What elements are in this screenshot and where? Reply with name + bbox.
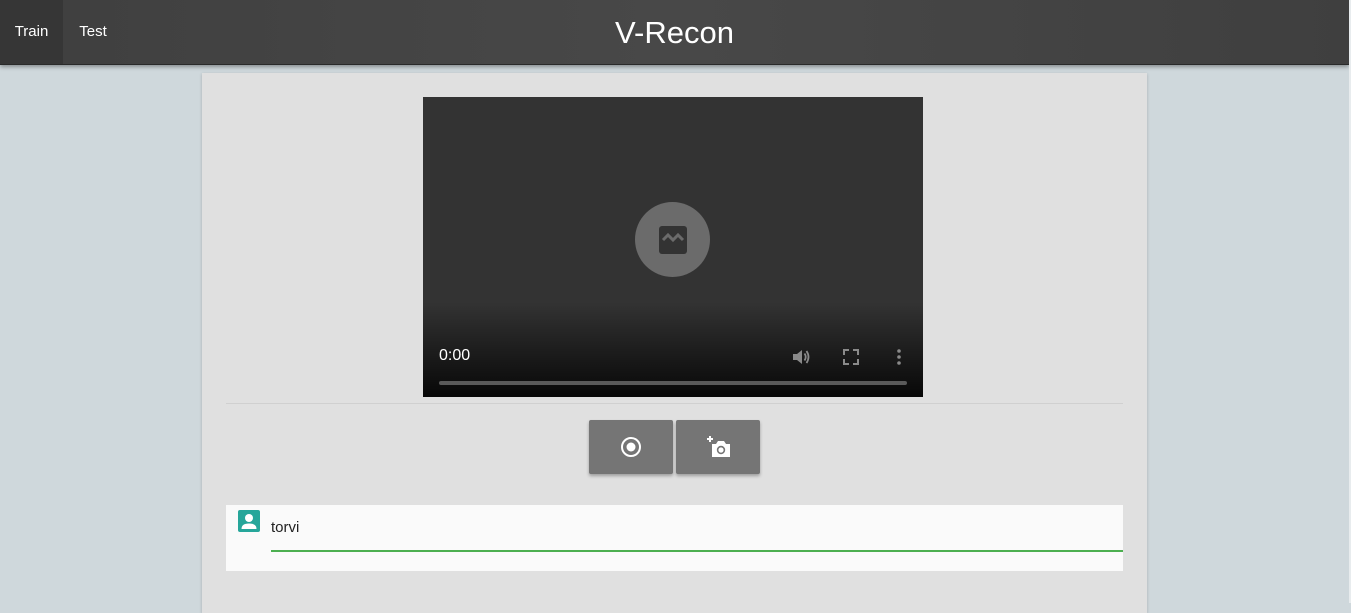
fullscreen-icon[interactable] xyxy=(841,347,861,367)
section-divider xyxy=(226,403,1123,404)
broken-image-icon xyxy=(635,202,710,277)
app-title: V-Recon xyxy=(615,15,734,50)
app-toolbar: Train Test V-Recon xyxy=(0,0,1349,65)
record-icon xyxy=(621,437,641,457)
person-name-field xyxy=(226,505,1123,571)
person-name-input[interactable] xyxy=(271,513,1123,541)
video-time: 0:00 xyxy=(439,347,471,364)
tab-test[interactable]: Test xyxy=(63,0,123,64)
input-underline xyxy=(271,550,1123,552)
video-progress-bar[interactable] xyxy=(439,381,907,385)
tab-train[interactable]: Train xyxy=(0,0,63,64)
record-button[interactable] xyxy=(589,420,673,474)
train-card: 0:00 xyxy=(202,73,1147,613)
more-vert-icon[interactable] xyxy=(889,347,909,367)
add-photo-icon xyxy=(707,436,730,457)
video-player[interactable]: 0:00 xyxy=(423,97,923,397)
volume-icon[interactable] xyxy=(791,347,811,367)
capture-photo-button[interactable] xyxy=(676,420,760,474)
account-box-icon xyxy=(238,510,260,532)
